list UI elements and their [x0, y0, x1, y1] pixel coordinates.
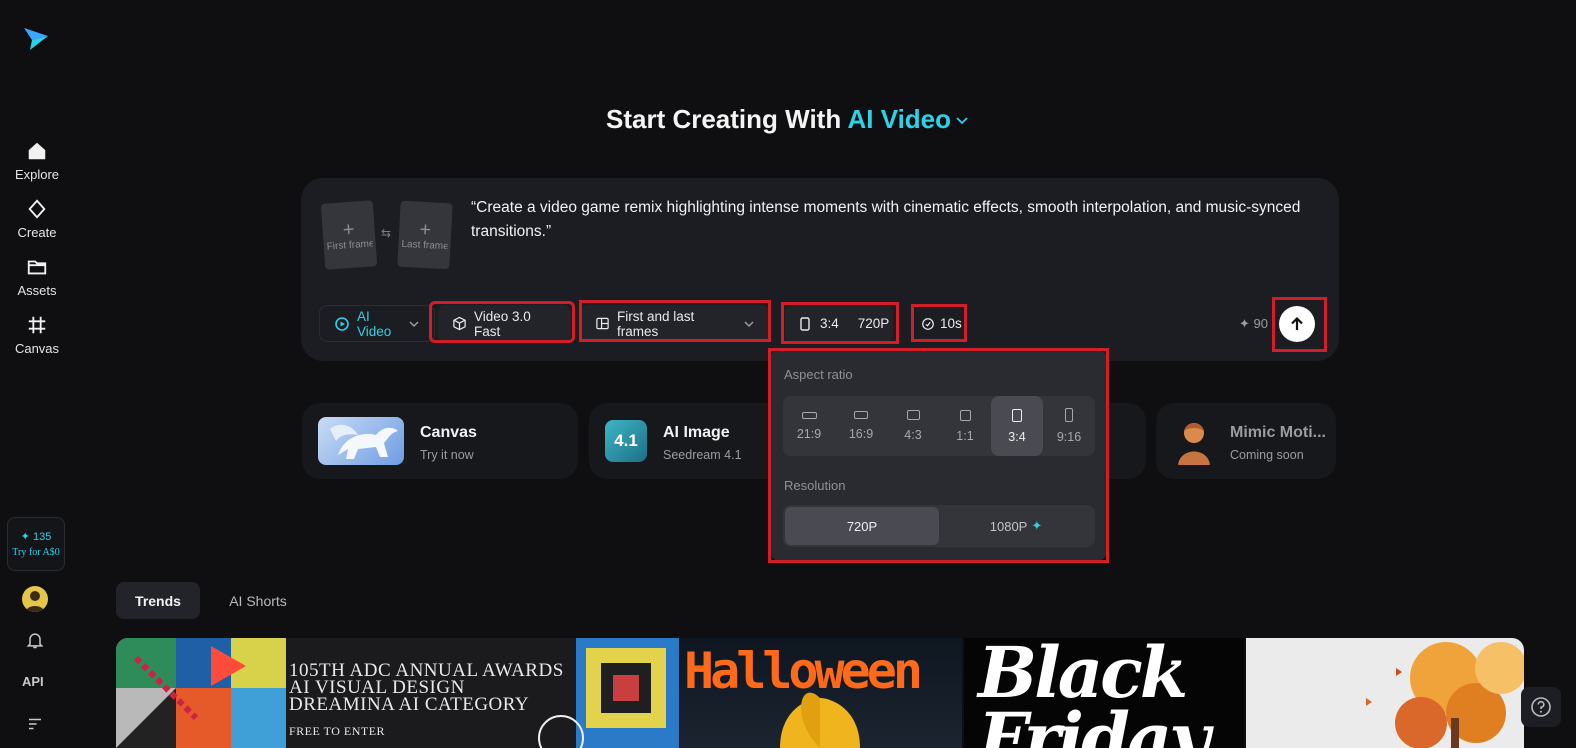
credits-box[interactable]: ✦ 135 Try for A$0: [7, 517, 65, 571]
sparkle-icon: ✦: [20, 531, 30, 543]
sidebar-item-explore[interactable]: Explore: [0, 140, 74, 182]
trial-link[interactable]: Try for A$0: [12, 547, 59, 558]
sidebar-item-canvas[interactable]: Canvas: [0, 314, 74, 356]
black-friday-title: Black Friday: [978, 638, 1210, 748]
generation-cost: ✦ 90: [1239, 316, 1268, 331]
sidebar-item-label: Canvas: [14, 341, 60, 356]
help-button[interactable]: [1521, 687, 1561, 727]
feature-card-mimic-motion[interactable]: Mimic Moti... Coming soon: [1156, 403, 1336, 479]
sparkle-icon: ✦: [1239, 316, 1250, 331]
sidebar-item-assets[interactable]: Assets: [0, 256, 74, 298]
mode-switcher[interactable]: AI Video: [847, 104, 970, 134]
sidebar-item-create[interactable]: Create: [0, 198, 74, 240]
avatar[interactable]: [22, 586, 48, 612]
plus-icon: +: [418, 218, 432, 241]
tab-ai-shorts[interactable]: AI Shorts: [214, 582, 302, 619]
notification-bell-icon[interactable]: [24, 629, 46, 651]
chevron-down-icon: [956, 117, 968, 125]
diamond-icon: [28, 199, 46, 219]
folder-icon: [27, 260, 47, 275]
mimic-motion-thumbnail: [1172, 417, 1216, 465]
highlight-box: [768, 348, 1109, 563]
user-icon: [26, 591, 44, 612]
last-frame-upload[interactable]: + Last frame: [397, 200, 453, 270]
gallery-item-halloween[interactable]: Halloween: [680, 638, 962, 748]
seedream-icon: 4.1: [605, 420, 647, 462]
highlight-box: [579, 300, 771, 342]
highlight-box: [429, 301, 575, 343]
api-link[interactable]: API: [22, 674, 44, 689]
feature-card-canvas[interactable]: Canvas Try it now: [302, 403, 578, 479]
frame-icon: [28, 316, 46, 334]
home-icon: [28, 142, 46, 160]
halloween-title: Halloween: [684, 642, 923, 700]
prompt-input[interactable]: “Create a video game remix highlighting …: [471, 196, 1301, 244]
menu-icon[interactable]: [24, 713, 46, 735]
mode-dropdown[interactable]: AI Video: [319, 305, 435, 342]
adc-text: 105TH ADC ANNUAL AWARDS AI VISUAL DESIGN…: [289, 660, 564, 738]
sidebar-item-label: Assets: [17, 283, 57, 298]
plus-icon: +: [342, 218, 356, 241]
credits-count: ✦ 135: [20, 531, 52, 543]
help-icon: [1531, 697, 1551, 717]
gallery-item-adc[interactable]: 105TH ADC ANNUAL AWARDS AI VISUAL DESIGN…: [116, 638, 679, 748]
highlight-box: [781, 302, 899, 344]
gallery-item-black-friday[interactable]: Black Friday: [964, 638, 1244, 748]
page-title: Start Creating With AI Video: [0, 104, 1576, 135]
first-frame-upload[interactable]: + First frame: [320, 200, 378, 270]
sidebar-item-label: Create: [17, 225, 57, 240]
feature-card-ai-image[interactable]: 4.1 AI Image Seedream 4.1: [589, 403, 785, 479]
video-mode-icon: [335, 316, 349, 331]
highlight-box: [1272, 297, 1327, 352]
highlight-box: [911, 304, 967, 342]
sidebar-item-label: Explore: [14, 167, 60, 182]
prompt-panel: + First frame ⇆ + Last frame “Create a v…: [301, 178, 1339, 361]
autumn-tree-artwork: [1366, 642, 1524, 748]
tab-trends[interactable]: Trends: [116, 582, 200, 619]
gallery-item-autumn[interactable]: [1246, 638, 1524, 748]
chevron-down-icon: [409, 320, 419, 327]
canvas-thumbnail: [318, 417, 404, 465]
swap-icon[interactable]: ⇆: [381, 226, 391, 240]
logo-icon[interactable]: [22, 24, 50, 52]
